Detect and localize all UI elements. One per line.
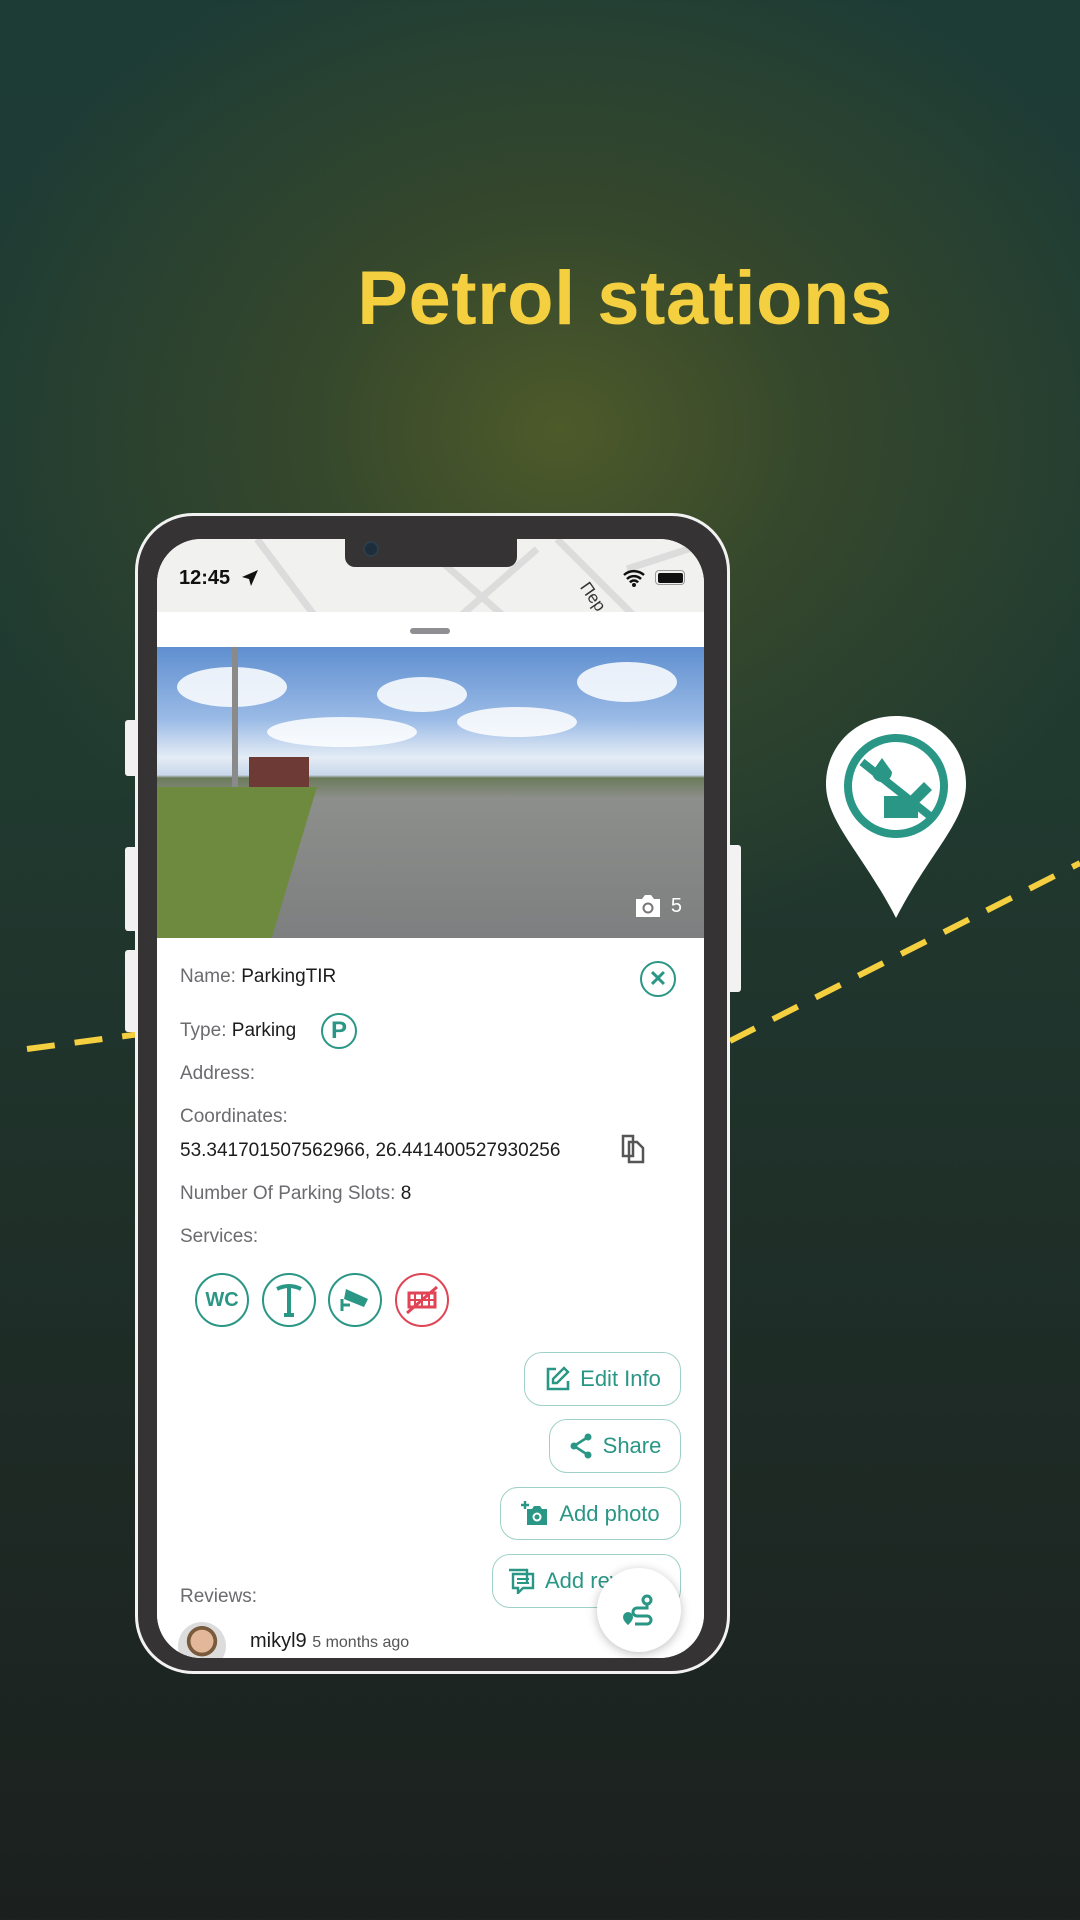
review-user: mikyl9 — [250, 1630, 307, 1652]
fence-icon — [395, 1273, 449, 1327]
reviewer-avatar[interactable] — [178, 1622, 226, 1658]
edit-info-button[interactable]: Edit Info — [524, 1352, 681, 1406]
coordinates-label: Coordinates: — [180, 1106, 288, 1127]
sheet-drag-handle[interactable] — [410, 628, 450, 634]
photo-count: 5 — [633, 894, 682, 918]
add-photo-icon — [521, 1500, 548, 1525]
coordinates-value[interactable]: 53.341701507562966, 26.441400527930256 — [180, 1140, 560, 1162]
name-label: Name: — [180, 966, 236, 987]
phone-notch — [345, 539, 517, 567]
copy-icon[interactable] — [621, 1134, 647, 1164]
type-row: Type: Parking — [180, 1020, 296, 1042]
review-time: 5 months ago — [312, 1634, 410, 1651]
route-button[interactable] — [597, 1568, 681, 1652]
phone-screen: Пер 12:45 5 Name: ParkingTIR ✕ Type: Par… — [157, 539, 704, 1658]
name-row: Name: ParkingTIR — [180, 966, 336, 988]
place-photo[interactable]: 5 — [157, 647, 704, 938]
security-camera-icon — [328, 1273, 382, 1327]
add-photo-button[interactable]: Add photo — [500, 1487, 681, 1540]
photo-count-value: 5 — [670, 894, 682, 917]
route-icon — [623, 1594, 653, 1626]
wifi-icon — [623, 570, 645, 587]
parking-icon: P — [321, 1013, 357, 1049]
camera-icon — [635, 895, 660, 917]
review-item: mikyl9 5 months ago — [250, 1630, 409, 1653]
slots-value: 8 — [400, 1183, 412, 1204]
review-icon — [509, 1568, 535, 1594]
services-label: Services: — [180, 1226, 259, 1247]
share-icon — [570, 1433, 592, 1459]
front-camera — [363, 541, 379, 557]
status-time: 12:45 — [179, 567, 231, 589]
share-button[interactable]: Share — [549, 1419, 681, 1473]
slots-label: Number Of Parking Slots: — [180, 1183, 396, 1204]
headline: Petrol stations — [357, 256, 893, 341]
type-value: Parking — [231, 1020, 297, 1041]
place-details-sheet: 5 Name: ParkingTIR ✕ Type: Parking P Add… — [157, 612, 704, 1658]
wc-icon: WC — [195, 1273, 249, 1327]
edit-icon — [546, 1366, 570, 1391]
map-marker-no-fuel-icon[interactable] — [822, 712, 970, 920]
type-label: Type: — [180, 1020, 227, 1041]
street-light-icon — [262, 1273, 316, 1327]
slots-row: Number Of Parking Slots: 8 — [180, 1183, 411, 1205]
address-label: Address: — [180, 1063, 255, 1084]
reviews-label: Reviews: — [180, 1586, 258, 1607]
location-arrow-icon — [242, 570, 258, 586]
close-icon[interactable]: ✕ — [640, 961, 676, 997]
battery-icon — [655, 570, 685, 585]
name-value: ParkingTIR — [241, 966, 337, 987]
